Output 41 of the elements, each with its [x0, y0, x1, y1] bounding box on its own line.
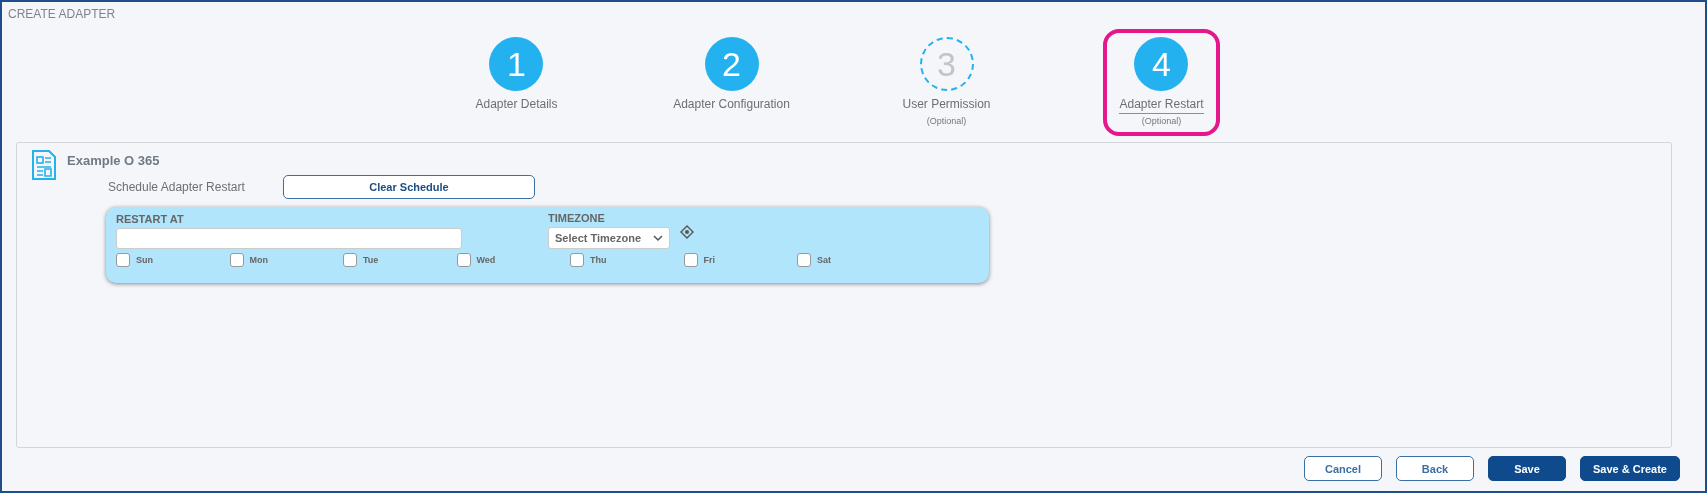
- day-checkbox[interactable]: [343, 253, 357, 267]
- day-checkbox[interactable]: [570, 253, 584, 267]
- day-label: Wed: [476, 255, 496, 265]
- footer-button[interactable]: Cancel: [1304, 456, 1382, 481]
- day-label: Thu: [590, 255, 607, 265]
- step-note: (Optional): [926, 116, 967, 126]
- day-checkbox[interactable]: [116, 253, 130, 267]
- field-label: RESTART AT: [116, 213, 185, 225]
- step-number: 2: [704, 37, 759, 91]
- step-label: Adapter Configuration: [673, 97, 790, 113]
- step-note: (Optional): [1141, 116, 1182, 126]
- day-label: Sat: [817, 255, 831, 265]
- footer-button[interactable]: Back: [1396, 456, 1474, 481]
- day-checkbox[interactable]: [797, 253, 811, 267]
- schedule-label: Schedule Adapter Restart: [108, 180, 246, 194]
- step-label: User Permission: [902, 97, 991, 113]
- page-title: CREATE ADAPTER: [8, 7, 117, 21]
- day-label: Tue: [363, 255, 379, 265]
- restart-at-field[interactable]: [116, 228, 462, 249]
- day-label: Mon: [249, 255, 268, 265]
- field-label: TIMEZONE: [548, 212, 606, 224]
- chevron-down-icon: [653, 234, 663, 242]
- footer-button[interactable]: Save: [1488, 456, 1566, 481]
- adapter-name: Example O 365: [67, 152, 160, 168]
- step-number: 4: [1134, 37, 1189, 91]
- step[interactable]: 1 Adapter Details: [459, 29, 574, 124]
- day-checkbox[interactable]: [229, 253, 244, 267]
- step[interactable]: 4 Adapter Restart (Optional): [1103, 29, 1220, 136]
- step-number: 1: [489, 37, 544, 91]
- clear-schedule-button[interactable]: Clear Schedule: [283, 175, 535, 199]
- step[interactable]: 2 Adapter Configuration: [657, 29, 806, 124]
- day-label: Sun: [136, 255, 153, 265]
- document-icon: [31, 149, 57, 181]
- timezone-select[interactable]: Select Timezone: [548, 227, 670, 249]
- location-icon[interactable]: [680, 225, 694, 239]
- day-label: Fri: [703, 255, 715, 265]
- footer-button[interactable]: Save & Create: [1580, 456, 1680, 481]
- day-checkbox[interactable]: [683, 253, 698, 267]
- step-label: Adapter Details: [475, 97, 558, 113]
- day-checkbox[interactable]: [456, 253, 471, 267]
- step-label: Adapter Restart: [1119, 97, 1204, 114]
